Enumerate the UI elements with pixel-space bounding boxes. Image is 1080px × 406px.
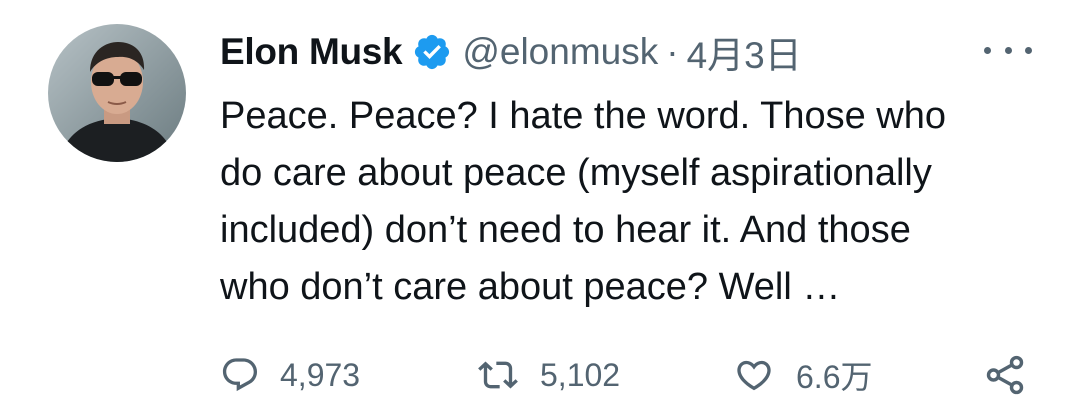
avatar[interactable] — [48, 24, 186, 162]
tweet-card[interactable]: Elon Musk @elonmusk · 4月3日 Peace. Peace?… — [0, 0, 1080, 406]
share-icon — [982, 352, 1028, 398]
tweet-actions: 4,973 5,102 6.6万 — [220, 350, 1040, 400]
retweet-button[interactable]: 5,102 — [476, 350, 620, 400]
heart-icon — [732, 355, 776, 395]
user-handle[interactable]: @elonmusk — [462, 31, 658, 73]
tweet-text-line: do care about peace (myself aspirational… — [220, 152, 932, 194]
reply-button[interactable]: 4,973 — [220, 350, 360, 400]
tweet-text: Peace. Peace? I hate the word. Those who… — [220, 88, 1050, 316]
like-button[interactable]: 6.6万 — [732, 350, 873, 400]
retweet-count: 5,102 — [540, 356, 621, 393]
display-name[interactable]: Elon Musk — [220, 31, 403, 73]
tweet-text-line: who don’t care about peace? Well … — [220, 266, 841, 308]
tweet-text-line: included) don’t need to hear it. And tho… — [220, 209, 911, 251]
retweet-icon — [476, 355, 520, 395]
more-options-icon[interactable] — [984, 38, 1032, 62]
reply-icon — [220, 355, 260, 395]
verified-badge-icon — [412, 32, 452, 72]
avatar-image — [48, 24, 186, 162]
tweet-date[interactable]: 4月3日 — [687, 25, 802, 79]
tweet-header: Elon Musk @elonmusk · 4月3日 — [220, 26, 802, 78]
reply-count: 4,973 — [280, 356, 361, 393]
tweet-text-line: Peace. Peace? I hate the word. Those who — [220, 95, 946, 137]
like-count: 6.6万 — [796, 359, 873, 395]
header-separator: · — [666, 31, 679, 72]
share-button[interactable] — [982, 350, 1028, 400]
